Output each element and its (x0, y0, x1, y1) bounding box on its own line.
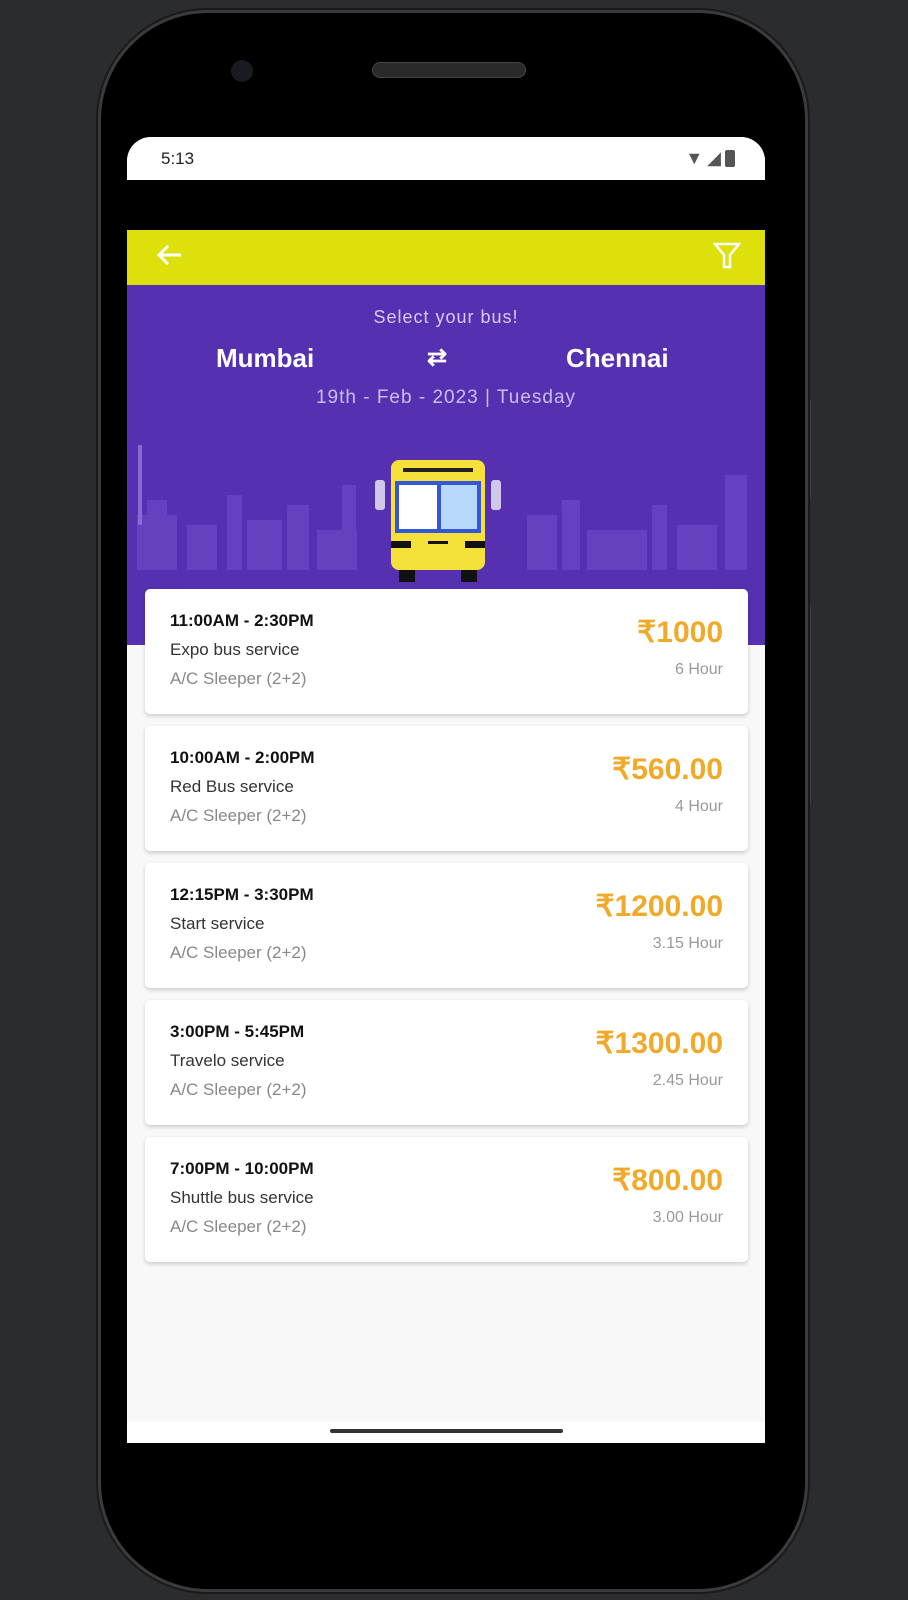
navigation-bar (127, 1422, 765, 1443)
wifi-icon: ▼ (685, 148, 704, 168)
bus-price: ₹1200.00 (595, 890, 723, 923)
status-time: 5:13 (161, 148, 195, 168)
bus-card[interactable]: 7:00PM - 10:00PM Shuttle bus service A/C… (145, 1137, 748, 1262)
bus-price: ₹560.00 (612, 753, 723, 786)
bus-duration: 6 Hour (674, 661, 723, 678)
bus-type: A/C Sleeper (2+2) (170, 806, 307, 825)
bus-price: ₹800.00 (612, 1164, 723, 1197)
swap-icon[interactable]: ⇄ (427, 343, 447, 372)
bus-card[interactable]: 3:00PM - 5:45PM Travelo service A/C Slee… (145, 1000, 748, 1125)
screen: 5:13 ▼ ◢ Select your bus! Mumbai ⇄ Chenn… (127, 137, 765, 1443)
bus-card[interactable]: 10:00AM - 2:00PM Red Bus service A/C Sle… (145, 726, 748, 851)
signal-icon: ◢ (707, 148, 721, 168)
status-bar: 5:13 ▼ ◢ (127, 137, 765, 180)
bus-type: A/C Sleeper (2+2) (170, 1080, 307, 1099)
battery-icon (725, 150, 735, 167)
speaker (372, 62, 526, 78)
page-subtitle: Select your bus! (373, 307, 519, 327)
filter-icon[interactable] (712, 241, 742, 274)
bus-price: ₹1000 (637, 616, 723, 649)
bus-type: A/C Sleeper (2+2) (170, 1217, 307, 1236)
toolbar-spacer (127, 180, 765, 230)
bus-duration: 3.00 Hour (652, 1209, 723, 1226)
bus-duration: 2.45 Hour (652, 1072, 723, 1089)
bus-duration: 3.15 Hour (652, 935, 723, 952)
bus-price: ₹1300.00 (595, 1027, 723, 1060)
bus-card[interactable]: 11:00AM - 2:30PM Expo bus service A/C Sl… (145, 589, 748, 714)
bus-card[interactable]: 12:15PM - 3:30PM Start service A/C Sleep… (145, 863, 748, 988)
bus-illustration (375, 460, 501, 582)
camera (231, 60, 253, 82)
from-city: Mumbai (216, 343, 315, 373)
bus-type: A/C Sleeper (2+2) (170, 669, 307, 688)
bus-type: A/C Sleeper (2+2) (170, 943, 307, 962)
bus-duration: 4 Hour (674, 798, 723, 815)
back-arrow-icon[interactable] (155, 243, 183, 272)
home-handle[interactable] (330, 1429, 563, 1433)
app-bar (127, 230, 765, 285)
travel-date: 19th - Feb - 2023 | Tuesday (315, 387, 577, 408)
to-city: Chennai (566, 343, 669, 373)
